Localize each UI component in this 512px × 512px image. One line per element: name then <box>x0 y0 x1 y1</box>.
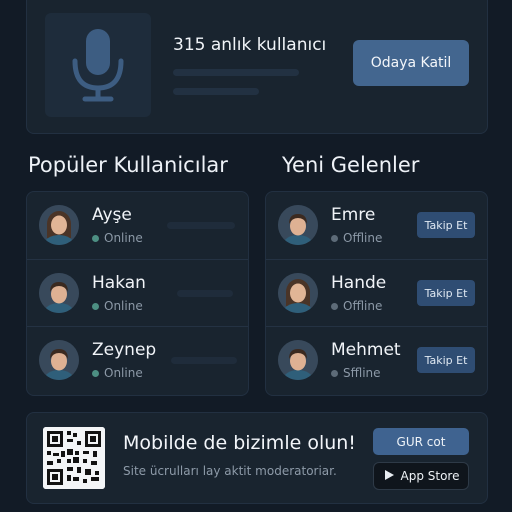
user-name: Hande <box>331 273 387 293</box>
placeholder-line <box>173 88 259 95</box>
online-dot <box>92 370 99 377</box>
avatar <box>39 273 79 313</box>
promo-subtitle: Site ücrulları lay aktit moderatoriar. <box>123 464 337 478</box>
popular-users-list: Ayşe Online Hakan Online Zeynep Online <box>26 191 249 396</box>
list-item[interactable]: Emre Offline Takip Et <box>266 192 487 258</box>
avatar <box>39 340 79 380</box>
placeholder-line <box>173 69 299 76</box>
follow-button[interactable]: Takip Et <box>417 212 475 238</box>
list-item[interactable]: Ayşe Online <box>27 192 248 258</box>
app-store-label: App Store <box>400 469 460 483</box>
status-text: Online <box>92 299 143 313</box>
offline-dot <box>331 303 338 310</box>
follow-button[interactable]: Takip Et <box>417 347 475 373</box>
mobile-promo-card: Mobilde de bizimle olun! Site ücrulları … <box>26 412 488 504</box>
avatar <box>39 205 79 245</box>
room-card: 315 anlık kullanıcı Odaya Katil <box>26 0 488 134</box>
offline-dot <box>331 370 338 377</box>
app-store-button[interactable]: App Store <box>373 462 469 490</box>
placeholder-line <box>171 357 237 364</box>
placeholder-line <box>167 222 235 229</box>
list-item[interactable]: Zeynep Online <box>27 326 248 393</box>
offline-dot <box>331 235 338 242</box>
online-dot <box>92 303 99 310</box>
list-item[interactable]: Hande Offline Takip Et <box>266 259 487 326</box>
list-item[interactable]: Hakan Online <box>27 259 248 326</box>
newcomers-list: Emre Offline Takip Et Hande Offline Taki… <box>265 191 488 396</box>
avatar <box>278 340 318 380</box>
status-text: Offline <box>331 299 382 313</box>
user-name: Mehmet <box>331 340 401 360</box>
status-text: Offline <box>331 231 382 245</box>
user-name: Ayşe <box>92 205 132 225</box>
primary-promo-button[interactable]: GUR cot <box>373 428 469 455</box>
user-name: Zeynep <box>92 340 157 360</box>
online-dot <box>92 235 99 242</box>
status-text: Online <box>92 366 143 380</box>
promo-title: Mobilde de bizimle olun! <box>123 432 356 454</box>
active-user-count: 315 anlık kullanıcı <box>173 35 327 55</box>
popular-users-title: Popüler Kullanicılar <box>28 153 228 177</box>
status-text: Online <box>92 231 143 245</box>
newcomers-title: Yeni Gelenler <box>282 153 420 177</box>
microphone-icon <box>45 13 151 117</box>
user-name: Hakan <box>92 273 146 293</box>
avatar <box>278 273 318 313</box>
qr-code <box>43 427 105 489</box>
play-icon <box>383 469 395 484</box>
join-room-button[interactable]: Odaya Katil <box>353 40 469 86</box>
list-item[interactable]: Mehmet Sffline Takip Et <box>266 326 487 393</box>
avatar <box>278 205 318 245</box>
user-name: Emre <box>331 205 376 225</box>
follow-button[interactable]: Takip Et <box>417 280 475 306</box>
status-text: Sffline <box>331 366 381 380</box>
placeholder-line <box>177 290 233 297</box>
